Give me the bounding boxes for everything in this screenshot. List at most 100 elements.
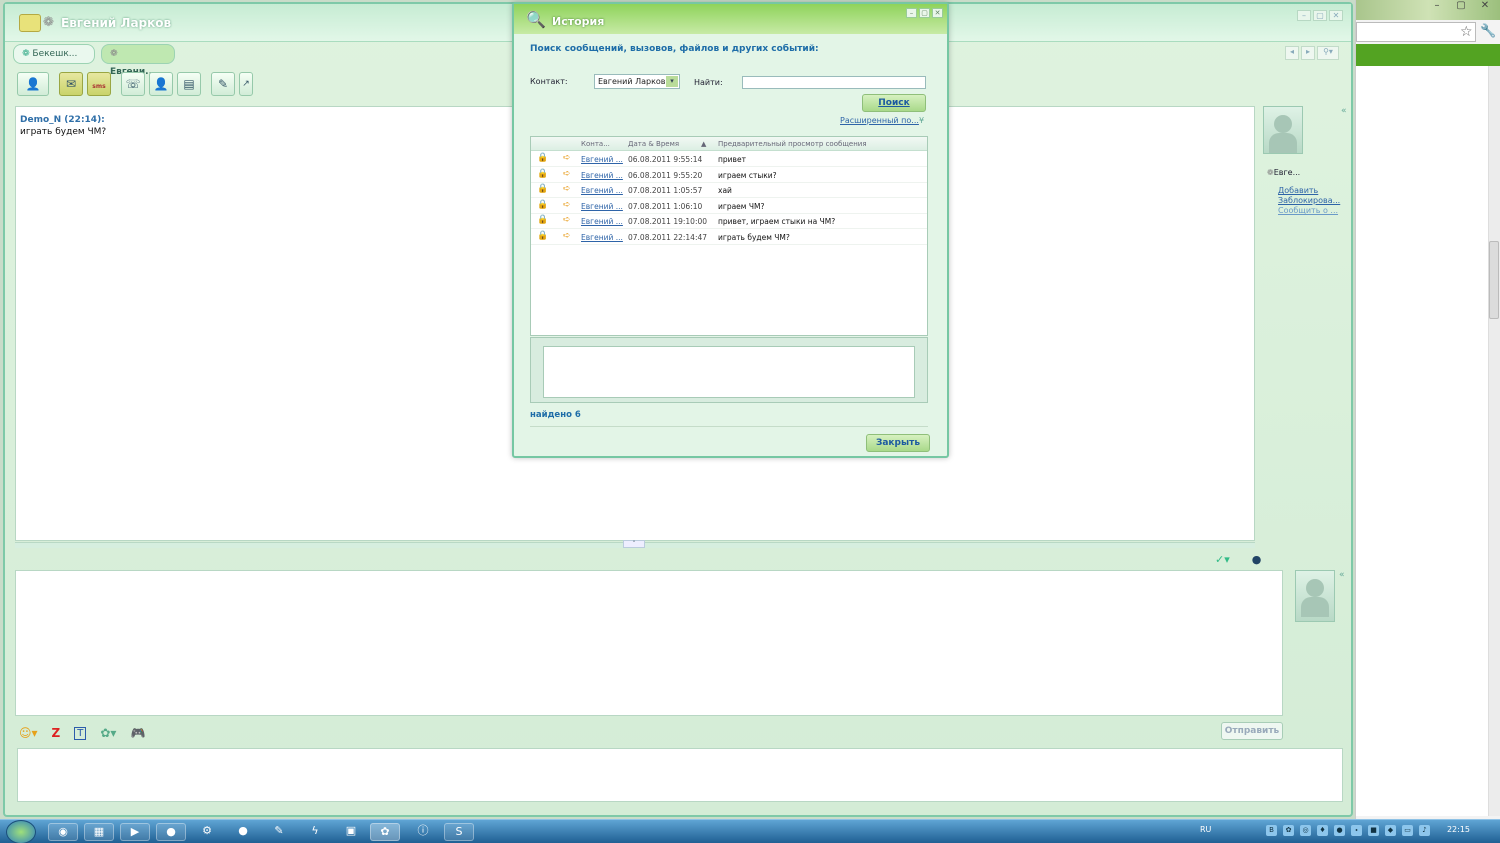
app-icon[interactable]: ● xyxy=(156,823,186,841)
row-datetime: 07.08.2011 1:06:10 xyxy=(628,201,703,211)
search-button[interactable]: Поиск xyxy=(862,94,926,112)
restore-icon[interactable]: ▢ xyxy=(1450,0,1472,14)
spellcheck-icon[interactable]: ✓▾ xyxy=(1215,553,1230,566)
tray-icon[interactable]: ✿ xyxy=(1283,825,1294,836)
add-contact-link[interactable]: Добавить xyxy=(1278,186,1318,195)
row-contact[interactable]: Евгений ... xyxy=(581,155,623,164)
collapse-panel-icon[interactable]: « xyxy=(1341,106,1347,116)
icq-icon[interactable]: ✿ xyxy=(370,823,400,841)
table-header: Конта... Дата & Время ▲ Предварительный … xyxy=(531,137,927,151)
sms-button[interactable]: sms xyxy=(87,72,111,96)
wrench-icon[interactable]: 🔧 xyxy=(1480,24,1496,39)
minimize-icon[interactable]: – xyxy=(1297,10,1311,21)
skype-icon[interactable]: S xyxy=(444,823,474,841)
maximize-icon[interactable]: ▢ xyxy=(919,8,930,18)
tray-icon[interactable]: ◆ xyxy=(1385,825,1396,836)
system-tray: B ✿ ◎ ♦ ● ⬩ ■ ◆ ▭ ♪ xyxy=(1266,825,1430,836)
language-indicator[interactable]: RU xyxy=(1200,825,1211,834)
message-input[interactable] xyxy=(15,570,1283,716)
expand-advanced-icon[interactable]: ¥ xyxy=(919,116,924,125)
tab-left-arrow-icon[interactable]: ◂ xyxy=(1285,46,1299,60)
taskbar: ◉ ▦ ▶ ● ⚙ ● ✎ ϟ ▣ ✿ ⓘ S RU B ✿ ◎ ♦ ● ⬩ ■… xyxy=(0,819,1500,843)
column-datetime[interactable]: Дата & Время xyxy=(628,140,679,148)
row-contact[interactable]: Евгений ... xyxy=(581,233,623,242)
app3-icon[interactable]: ϟ xyxy=(300,823,330,841)
tray-icon[interactable]: ⬩ xyxy=(1351,825,1362,836)
chrome-icon[interactable]: ◉ xyxy=(48,823,78,841)
table-row[interactable]: 🔒 ➪ Евгений ... 06.08.2011 9:55:20 играем ст… xyxy=(531,168,927,183)
contact-panel: « ❁Евге... Добавить Заблокирова... Сообщ… xyxy=(1263,106,1351,236)
row-contact[interactable]: Евгений ... xyxy=(581,171,623,180)
send-file-icon[interactable]: ▤ xyxy=(177,72,201,96)
contact-select[interactable]: Евгений Ларков ▾ xyxy=(594,74,680,89)
call-icon[interactable]: ☏ xyxy=(121,72,145,96)
nudge-icon[interactable]: Z xyxy=(52,726,61,740)
close-icon[interactable]: ✕ xyxy=(1474,0,1496,14)
browser-window-controls: – ▢ ✕ xyxy=(1426,0,1496,14)
advanced-search-link[interactable]: Расширенный по... xyxy=(840,116,919,125)
send-button[interactable]: Отправить xyxy=(1221,722,1283,740)
row-contact[interactable]: Евгений ... xyxy=(581,202,623,211)
tab-contact-2[interactable]: ❁ Евгени... xyxy=(101,44,175,77)
games-icon[interactable]: 🎮 xyxy=(130,726,145,740)
tab-right-arrow-icon[interactable]: ▸ xyxy=(1301,46,1315,60)
table-row[interactable]: 🔒 ➪ Евгений ... 06.08.2011 9:55:14 привет xyxy=(531,152,927,167)
tray-icon[interactable]: ■ xyxy=(1368,825,1379,836)
tray-icon[interactable]: B xyxy=(1266,825,1277,836)
status-flower-icon: ❁ xyxy=(43,15,54,30)
user-info-icon[interactable]: 👤 xyxy=(149,72,173,96)
column-preview[interactable]: Предварительный просмотр сообщения xyxy=(718,140,867,148)
steam-icon[interactable]: ⚙ xyxy=(192,823,222,841)
maximize-icon[interactable]: ▢ xyxy=(1313,10,1327,21)
gift-icon[interactable]: ✿▾ xyxy=(100,726,116,740)
tool-icon[interactable]: ✎ xyxy=(264,823,294,841)
browser-address-bar[interactable] xyxy=(1356,22,1476,42)
close-button[interactable]: Закрыть xyxy=(866,434,930,452)
history-icon[interactable]: ✎ xyxy=(211,72,235,96)
table-row[interactable]: 🔒 ➪ Евгений ... 07.08.2011 1:05:57 хай xyxy=(531,183,927,198)
column-contact[interactable]: Конта... xyxy=(581,140,610,148)
info-icon[interactable]: ⓘ xyxy=(408,823,438,841)
tray-icon[interactable]: ◎ xyxy=(1300,825,1311,836)
contact-avatar[interactable] xyxy=(1263,106,1303,154)
tray-icon[interactable]: ▭ xyxy=(1402,825,1413,836)
help-icon[interactable]: ● xyxy=(1252,553,1262,566)
row-contact[interactable]: Евгений ... xyxy=(581,186,623,195)
tab-contact-1[interactable]: ❁ Бекешк... xyxy=(13,44,95,64)
tab-menu-icon[interactable]: ⚲▾ xyxy=(1317,46,1339,60)
tray-icon[interactable]: ♦ xyxy=(1317,825,1328,836)
find-input[interactable] xyxy=(742,76,926,89)
background-browser-window: – ▢ ✕ ☆ 🔧 xyxy=(1355,0,1500,820)
add-contact-icon[interactable]: 👤 xyxy=(17,72,49,96)
splitter-grip-icon[interactable]: ˄ xyxy=(623,540,645,548)
start-button[interactable] xyxy=(6,820,36,843)
media-player-icon[interactable]: ▶ xyxy=(120,823,150,841)
chevron-down-icon[interactable]: ▾ xyxy=(666,76,678,87)
message-preview-box[interactable] xyxy=(543,346,915,398)
close-icon[interactable]: ✕ xyxy=(1329,10,1343,21)
external-link-icon[interactable]: ↗ xyxy=(239,72,253,96)
explorer-icon[interactable]: ▦ xyxy=(84,823,114,841)
bookmark-star-icon[interactable]: ☆ xyxy=(1460,24,1473,40)
close-icon[interactable]: ✕ xyxy=(932,8,943,18)
app4-icon[interactable]: ▣ xyxy=(336,823,366,841)
minimize-icon[interactable]: – xyxy=(1426,0,1448,14)
chat-message-icon[interactable]: ✉ xyxy=(59,72,83,96)
tray-icon[interactable]: ● xyxy=(1334,825,1345,836)
block-contact-link[interactable]: Заблокирова... xyxy=(1278,196,1340,205)
app2-icon[interactable]: ● xyxy=(228,823,258,841)
row-datetime: 07.08.2011 19:10:00 xyxy=(628,217,708,226)
table-row[interactable]: 🔒 ➪ Евгений ... 07.08.2011 22:14:47 играть б… xyxy=(531,230,927,245)
volume-icon[interactable]: ♪ xyxy=(1419,825,1430,836)
row-contact[interactable]: Евгений ... xyxy=(581,217,623,226)
table-row[interactable]: 🔒 ➪ Евгений ... 07.08.2011 19:10:00 привет, … xyxy=(531,214,927,229)
minimize-icon[interactable]: – xyxy=(906,8,917,18)
smiley-icon[interactable]: ☺▾ xyxy=(19,726,38,740)
browser-scrollbar[interactable] xyxy=(1488,66,1500,816)
clock[interactable]: 22:15 xyxy=(1447,825,1470,834)
report-contact-link[interactable]: Сообщить о ... xyxy=(1278,206,1338,215)
collapse-avatar-icon[interactable]: « xyxy=(1339,570,1345,580)
text-format-icon[interactable]: T xyxy=(74,726,87,740)
scrollbar-thumb[interactable] xyxy=(1489,241,1499,319)
table-row[interactable]: 🔒 ➪ Евгений ... 07.08.2011 1:06:10 играем ЧМ… xyxy=(531,199,927,214)
